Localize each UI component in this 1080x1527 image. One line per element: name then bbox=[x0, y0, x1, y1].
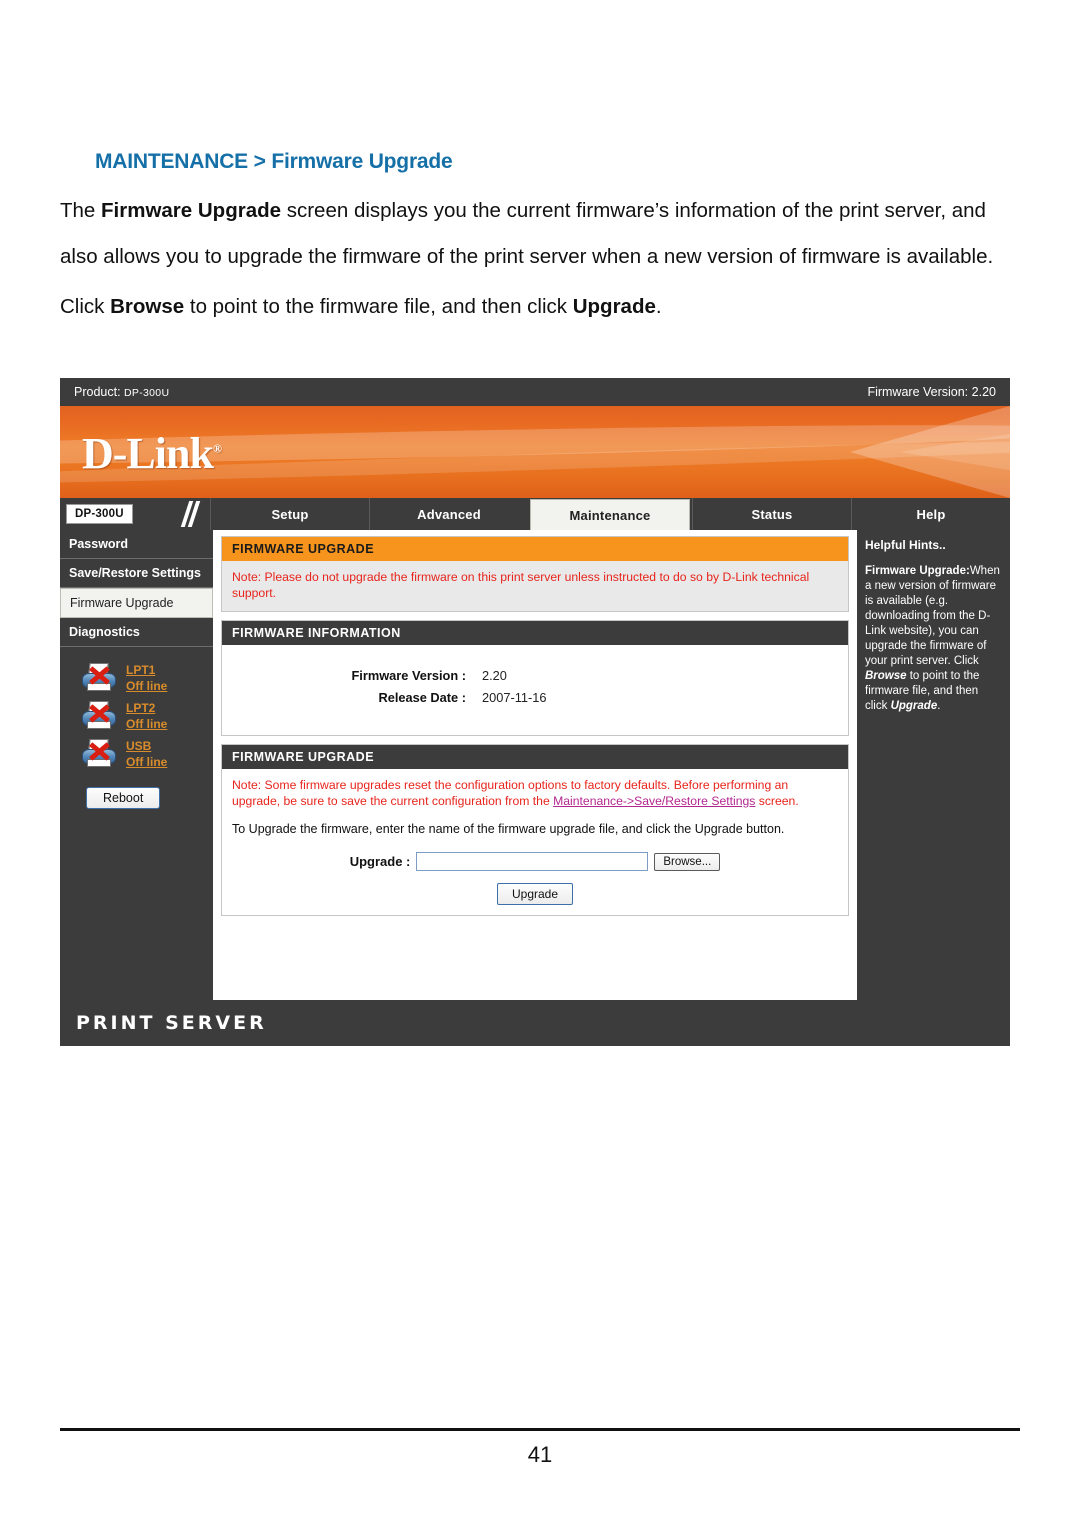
upgrade-submit-button[interactable]: Upgrade bbox=[496, 883, 574, 905]
hints-emphasis-browse: Browse bbox=[865, 670, 907, 682]
printer-status-link-lpt2[interactable]: Off line bbox=[126, 716, 167, 732]
page-footer-divider bbox=[60, 1428, 1020, 1431]
panel-firmware-upgrade-form: FIRMWARE UPGRADE Note: Some firmware upg… bbox=[221, 744, 849, 916]
reboot-container: Reboot bbox=[60, 773, 213, 809]
upgrade-submit-container: Upgrade bbox=[232, 883, 838, 905]
printer-links-lpt2: LPT2 Off line bbox=[126, 700, 167, 732]
hints-text-a: When a new version of firmware is availa… bbox=[865, 565, 1000, 667]
product-bar: Product: DP-300U Firmware Version: 2.20 bbox=[60, 378, 1010, 406]
browse-text-a: Click bbox=[60, 295, 111, 318]
browse-bold-browse: Browse bbox=[110, 295, 185, 318]
content-area: Password Save/Restore Settings Firmware … bbox=[60, 530, 1010, 1000]
panel-header-firmware-information: FIRMWARE INFORMATION bbox=[222, 621, 848, 645]
firmware-version-label: Firmware Version: bbox=[867, 385, 969, 399]
upgrade-reset-warning: Note: Some firmware upgrades reset the c… bbox=[232, 777, 838, 809]
printer-status-link-usb[interactable]: Off line bbox=[126, 754, 167, 770]
sidebar: Password Save/Restore Settings Firmware … bbox=[60, 530, 213, 1000]
printer-status-link-lpt1[interactable]: Off line bbox=[126, 678, 167, 694]
intro-text-a: The bbox=[60, 199, 102, 222]
footer-label-print-server: PRINT SERVER bbox=[76, 1012, 267, 1034]
info-key-release-date: Release Date : bbox=[378, 690, 467, 705]
main-navigation: DP-300U Setup Advanced Maintenance Statu… bbox=[60, 498, 1010, 530]
dlink-logo: D-Link® bbox=[82, 428, 222, 479]
panel-header-firmware-upgrade-top: FIRMWARE UPGRADE bbox=[222, 537, 848, 561]
hints-title: Helpful Hints.. bbox=[865, 538, 946, 552]
intro-paragraph: The Firmware Upgrade screen displays you… bbox=[60, 188, 1020, 280]
printer-status-usb: USB Off line bbox=[60, 735, 213, 773]
sidebar-item-diagnostics[interactable]: Diagnostics bbox=[60, 618, 213, 647]
hints-text-c: . bbox=[937, 700, 941, 712]
product-value: DP-300U bbox=[124, 387, 170, 399]
firmware-upgrade-warning-note: Note: Please do not upgrade the firmware… bbox=[232, 570, 810, 600]
upgrade-field-label: Upgrade : bbox=[349, 854, 411, 869]
product-info: Product: DP-300U bbox=[74, 385, 169, 399]
printer-name-link-lpt2[interactable]: LPT2 bbox=[126, 700, 167, 716]
page-title: MAINTENANCE > Firmware Upgrade bbox=[95, 150, 1020, 174]
printer-status-lpt2: LPT2 Off line bbox=[60, 697, 213, 735]
printer-name-link-usb[interactable]: USB bbox=[126, 738, 167, 754]
document-text-block: MAINTENANCE > Firmware Upgrade The Firmw… bbox=[60, 0, 1020, 330]
printer-offline-icon bbox=[80, 699, 120, 733]
tab-help[interactable]: Help bbox=[851, 498, 1010, 530]
printer-links-lpt1: LPT1 Off line bbox=[126, 662, 167, 694]
hints-body: Firmware Upgrade:When a new version of f… bbox=[865, 564, 1002, 714]
tab-status[interactable]: Status bbox=[692, 498, 851, 530]
printer-status-lpt1: LPT1 Off line bbox=[60, 659, 213, 697]
embedded-screenshot: Product: DP-300U Firmware Version: 2.20 … bbox=[60, 378, 1010, 1066]
browse-text-c: . bbox=[655, 295, 662, 318]
panel-firmware-upgrade-note: FIRMWARE UPGRADE Note: Please do not upg… bbox=[221, 536, 849, 612]
panel-firmware-information: FIRMWARE INFORMATION Firmware Version : … bbox=[221, 620, 849, 736]
browse-button[interactable]: Browse... bbox=[654, 852, 721, 871]
printer-name-link-lpt1[interactable]: LPT1 bbox=[126, 662, 167, 678]
screenshot-footer: PRINT SERVER bbox=[60, 1000, 1010, 1046]
firmware-version-info: Firmware Version: 2.20 bbox=[867, 385, 996, 399]
sidebar-item-password[interactable]: Password bbox=[60, 530, 213, 559]
hints-emphasis-upgrade: Upgrade bbox=[890, 700, 938, 712]
reboot-button[interactable]: Reboot bbox=[86, 787, 161, 809]
page-title-main: MAINTENANCE bbox=[95, 150, 248, 173]
model-badge-label: DP-300U bbox=[66, 504, 133, 524]
slash-divider-icon bbox=[180, 501, 201, 527]
browse-paragraph: Click Browse to point to the firmware fi… bbox=[60, 284, 1020, 330]
brand-banner: D-Link® bbox=[60, 406, 1010, 498]
printer-offline-icon bbox=[80, 737, 120, 771]
page-title-sub: Firmware Upgrade bbox=[271, 150, 453, 173]
firmware-version-value: 2.20 bbox=[971, 385, 996, 399]
save-restore-settings-link[interactable]: Maintenance->Save/Restore Settings bbox=[553, 794, 755, 808]
panel-body-firmware-upgrade-note: Note: Please do not upgrade the firmware… bbox=[222, 561, 848, 611]
sidebar-item-firmware-upgrade[interactable]: Firmware Upgrade bbox=[60, 588, 213, 618]
upgrade-instruction-text: To Upgrade the firmware, enter the name … bbox=[232, 822, 785, 836]
intro-bold-firmware-upgrade: Firmware Upgrade bbox=[101, 199, 282, 222]
info-row-firmware-version: Firmware Version : 2.20 bbox=[232, 665, 838, 687]
info-value-release-date: 2007-11-16 bbox=[482, 690, 547, 705]
panel-header-firmware-upgrade-form: FIRMWARE UPGRADE bbox=[222, 745, 848, 769]
tab-advanced[interactable]: Advanced bbox=[369, 498, 528, 530]
printer-offline-icon bbox=[80, 661, 120, 695]
firmware-info-rows: Firmware Version : 2.20 Release Date : 2… bbox=[232, 653, 838, 725]
hints-subtitle: Firmware Upgrade: bbox=[865, 565, 970, 577]
page-title-separator: > bbox=[247, 150, 272, 173]
browse-text-b: to point to the firmware file, and then … bbox=[184, 295, 573, 318]
browse-bold-upgrade: Upgrade bbox=[572, 295, 656, 318]
panel-body-firmware-upgrade-form: Note: Some firmware upgrades reset the c… bbox=[222, 769, 848, 915]
page-number: 41 bbox=[527, 1442, 553, 1467]
info-value-firmware-version: 2.20 bbox=[482, 668, 507, 683]
printer-status-list: LPT1 Off line LPT2 Off line USB Off line bbox=[60, 647, 213, 773]
info-row-release-date: Release Date : 2007-11-16 bbox=[232, 687, 838, 709]
tab-maintenance[interactable]: Maintenance bbox=[530, 499, 690, 530]
product-label: Product: bbox=[74, 385, 121, 399]
main-panel: FIRMWARE UPGRADE Note: Please do not upg… bbox=[213, 530, 857, 1000]
upgrade-file-row: Upgrade : Browse... bbox=[232, 852, 838, 871]
helpful-hints-panel: Helpful Hints.. Firmware Upgrade:When a … bbox=[857, 530, 1010, 1000]
upgrade-file-input[interactable] bbox=[416, 852, 649, 871]
trademark-icon: ® bbox=[212, 441, 222, 456]
panel-body-firmware-information: Firmware Version : 2.20 Release Date : 2… bbox=[222, 645, 848, 735]
sidebar-item-save-restore-settings[interactable]: Save/Restore Settings bbox=[60, 559, 213, 588]
dlink-logo-text: D-Link bbox=[82, 429, 214, 478]
info-key-firmware-version: Firmware Version : bbox=[351, 668, 466, 683]
model-badge: DP-300U bbox=[60, 498, 210, 530]
upgrade-warning-text-b: screen. bbox=[755, 794, 799, 808]
tab-setup[interactable]: Setup bbox=[210, 498, 369, 530]
printer-links-usb: USB Off line bbox=[126, 738, 167, 770]
